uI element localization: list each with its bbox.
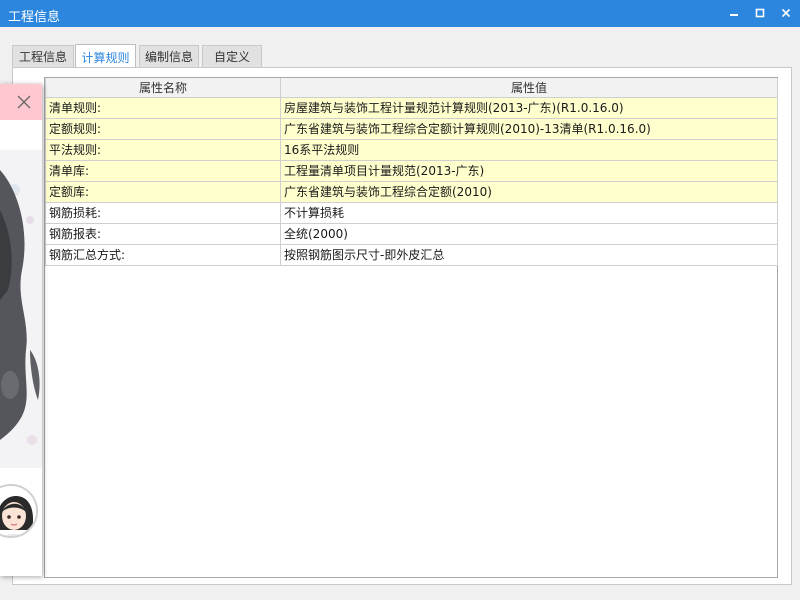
column-header-property-name[interactable]: 属性名称 (45, 78, 281, 98)
close-button[interactable] (776, 4, 796, 22)
property-name-cell: 平法规则: (45, 138, 281, 161)
close-icon[interactable] (17, 95, 31, 109)
property-value-cell[interactable]: 广东省建筑与装饰工程综合定额(2010) (280, 180, 778, 203)
tab-bar: 工程信息 计算规则 编制信息 自定义 (12, 44, 792, 69)
status-strip (0, 586, 800, 600)
minimize-button[interactable] (724, 4, 744, 22)
window-title: 工程信息 (8, 10, 61, 25)
table-row[interactable]: 钢筋报表: 全统(2000) (45, 222, 778, 245)
property-value-cell[interactable]: 房屋建筑与装饰工程计量规范计算规则(2013-广东)(R1.0.16.0) (280, 96, 778, 119)
property-name-cell: 钢筋报表: (45, 222, 281, 245)
tab-custom[interactable]: 自定义 (202, 45, 262, 67)
ad-popup (0, 84, 42, 576)
table-row[interactable]: 钢筋汇总方式: 按照钢筋图示尺寸-即外皮汇总 (45, 243, 778, 266)
minimize-icon (730, 14, 738, 16)
property-value-cell[interactable]: 16系平法规则 (280, 138, 778, 161)
table-row[interactable]: 定额规则: 广东省建筑与装饰工程综合定额计算规则(2010)-13清单(R1.0… (45, 117, 778, 140)
property-value-cell[interactable]: 不计算损耗 (280, 201, 778, 224)
tab-calculation-rules[interactable]: 计算规则 (75, 44, 136, 69)
avatar[interactable] (0, 484, 38, 538)
ad-popup-header (0, 84, 42, 120)
property-value-cell[interactable]: 按照钢筋图示尺寸-即外皮汇总 (280, 243, 778, 266)
table-row[interactable]: 清单库: 工程量清单项目计量规范(2013-广东) (45, 159, 778, 182)
tab-compilation-info[interactable]: 编制信息 (139, 45, 199, 67)
property-name-cell: 定额规则: (45, 117, 281, 140)
property-name-cell: 定额库: (45, 180, 281, 203)
table-row[interactable]: 清单规则: 房屋建筑与装饰工程计量规范计算规则(2013-广东)(R1.0.16… (45, 96, 778, 119)
table-row[interactable]: 平法规则: 16系平法规则 (45, 138, 778, 161)
close-icon (781, 8, 791, 18)
maximize-button[interactable] (750, 4, 770, 22)
assistant-avatar-icon (0, 486, 36, 536)
property-name-cell: 钢筋损耗: (45, 201, 281, 224)
grid-header-row: 属性名称 属性值 (45, 78, 778, 98)
property-value-cell[interactable]: 工程量清单项目计量规范(2013-广东) (280, 159, 778, 182)
column-header-property-value[interactable]: 属性值 (280, 78, 778, 98)
property-value-cell[interactable]: 全统(2000) (280, 222, 778, 245)
property-value-cell[interactable]: 广东省建筑与装饰工程综合定额计算规则(2010)-13清单(R1.0.16.0) (280, 117, 778, 140)
tab-project-info[interactable]: 工程信息 (12, 45, 74, 67)
ad-image[interactable] (0, 150, 42, 468)
table-row[interactable]: 钢筋损耗: 不计算损耗 (45, 201, 778, 224)
property-name-cell: 清单库: (45, 159, 281, 182)
property-grid: 属性名称 属性值 清单规则: 房屋建筑与装饰工程计量规范计算规则(2013-广东… (45, 78, 778, 266)
project-info-window: 工程信息 工程信息 计算规则 编制信息 自定义 属性名称 属性值 清单规则: 房… (0, 0, 800, 600)
property-name-cell: 清单规则: (45, 96, 281, 119)
maximize-icon (755, 8, 765, 18)
title-bar: 工程信息 (0, 0, 800, 27)
property-name-cell: 钢筋汇总方式: (45, 243, 281, 266)
table-row[interactable]: 定额库: 广东省建筑与装饰工程综合定额(2010) (45, 180, 778, 203)
